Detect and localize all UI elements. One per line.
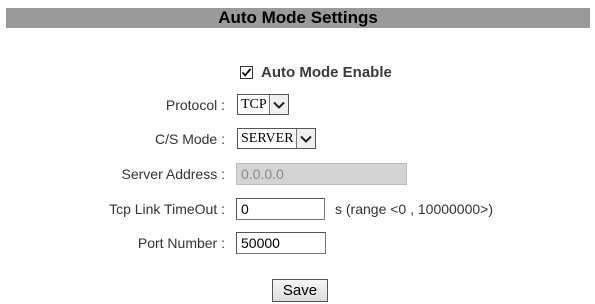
- save-button[interactable]: Save: [272, 279, 328, 302]
- auto-mode-enable-label: Auto Mode Enable: [261, 64, 392, 81]
- tcp-timeout-input[interactable]: 0: [236, 198, 325, 220]
- section-title: Auto Mode Settings: [218, 8, 378, 27]
- cs-mode-select[interactable]: SERVER: [237, 128, 316, 149]
- tcp-timeout-range-hint: s (range <0 , 10000000>): [335, 201, 494, 217]
- protocol-select-value: TCP: [241, 96, 267, 112]
- checkmark-icon: [241, 68, 252, 77]
- auto-mode-enable-row: Auto Mode Enable: [240, 64, 392, 81]
- port-number-label: Port Number :: [137, 235, 225, 251]
- protocol-label: Protocol :: [165, 97, 225, 113]
- protocol-dropdown-button[interactable]: [268, 95, 288, 114]
- port-number-value: 50000: [241, 235, 280, 251]
- save-button-label: Save: [282, 282, 318, 299]
- protocol-select[interactable]: TCP: [237, 94, 289, 115]
- auto-mode-settings-page: Auto Mode Settings Auto Mode Enable Prot…: [0, 0, 595, 304]
- cs-mode-label: C/S Mode :: [154, 131, 225, 147]
- section-header: Auto Mode Settings: [6, 8, 590, 28]
- tcp-timeout-label: Tcp Link TimeOut :: [109, 201, 225, 217]
- chevron-down-icon: [272, 101, 285, 109]
- server-address-label: Server Address :: [121, 166, 226, 182]
- tcp-timeout-value: 0: [241, 201, 249, 217]
- port-number-input[interactable]: 50000: [236, 232, 326, 254]
- cs-mode-select-value: SERVER: [241, 130, 294, 146]
- cs-mode-dropdown-button[interactable]: [295, 129, 315, 148]
- auto-mode-enable-checkbox[interactable]: [240, 66, 253, 79]
- server-address-input: 0.0.0.0: [236, 163, 407, 185]
- chevron-down-icon: [299, 135, 312, 143]
- server-address-value: 0.0.0.0: [241, 166, 284, 182]
